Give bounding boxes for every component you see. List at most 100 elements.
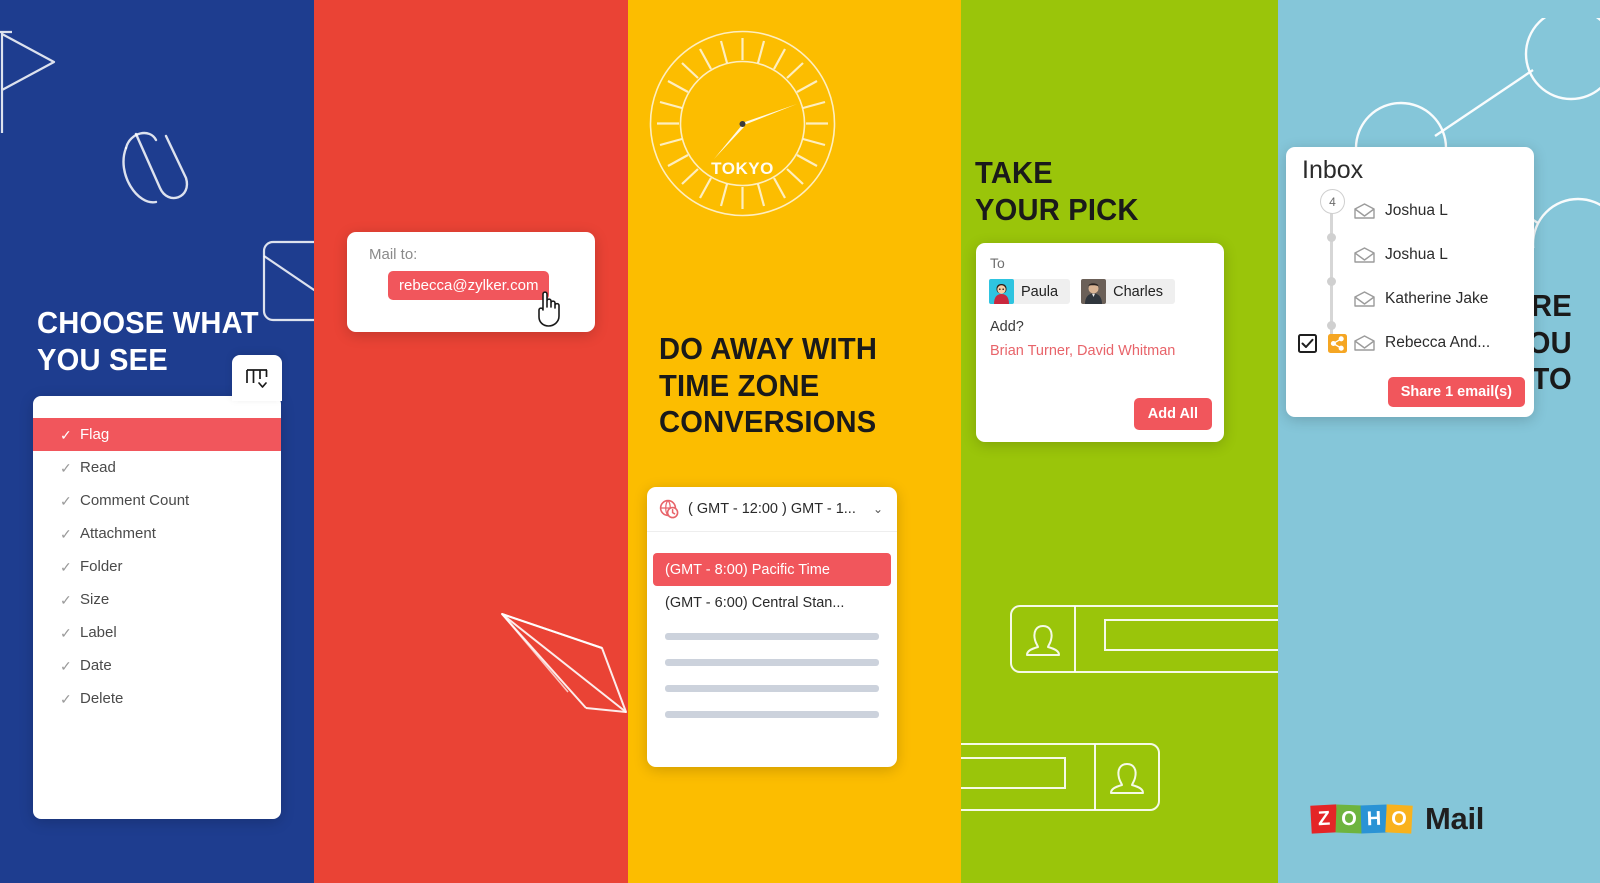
envelope-icon [1354, 203, 1376, 219]
inbox-title: Inbox [1302, 156, 1364, 184]
zoho-wordmark: Z O H O [1310, 804, 1413, 834]
table-row[interactable]: Rebecca And... [1286, 321, 1534, 365]
envelope-icon [1354, 291, 1376, 307]
menu-item-label: Read [80, 459, 116, 476]
menu-item-label: Size [80, 591, 110, 608]
paper-plane-outline-icon [501, 613, 627, 713]
logo-tile-h: H [1360, 804, 1388, 834]
check-icon: ✓ [60, 624, 72, 641]
avatar [989, 279, 1014, 304]
menu-item-date[interactable]: ✓ Date [33, 649, 281, 682]
recipient-name: Paula [1021, 283, 1059, 300]
check-icon: ✓ [60, 459, 72, 476]
row-checkbox-checked[interactable] [1296, 333, 1318, 353]
check-icon: ✓ [60, 558, 72, 575]
check-icon: ✓ [60, 657, 72, 674]
columns-chooser-button[interactable] [232, 355, 282, 401]
logo-tile-o1: O [1335, 804, 1363, 834]
menu-item-size[interactable]: ✓ Size [33, 583, 281, 616]
timezone-option-pacific[interactable]: (GMT - 8:00) Pacific Time [653, 553, 891, 586]
mail-sender: Rebecca And... [1385, 334, 1491, 351]
panel-its-just-a-click-away: IT'S JUST A CLICK AWAY Mail to: rebecca@… [314, 0, 628, 883]
recipients-card: To Paula Charles Add? Brian Turner, Davi… [976, 243, 1224, 442]
menu-item-delete[interactable]: ✓ Delete [33, 682, 281, 715]
check-icon: ✓ [60, 492, 72, 509]
recipient-name: Charles [1113, 283, 1164, 300]
envelope-icon [1354, 335, 1376, 351]
product-name: Mail [1425, 801, 1485, 836]
menu-item-label: Delete [80, 690, 124, 707]
timezone-dropdown-card: ( GMT - 12:00 ) GMT - 1... ⌄ (GMT - 8:00… [647, 487, 897, 767]
timezone-option-central[interactable]: (GMT - 6:00) Central Stan... [647, 586, 897, 619]
placeholder-bar [665, 633, 879, 640]
panel-only-share-what-you-want-to: ONLY SHARE WHAT YOU WANT TO Inbox 4 [1278, 0, 1600, 883]
flag-outline-icon [0, 30, 56, 133]
mail-list: Joshua L Joshua L Katherine Jake Rebecca… [1286, 189, 1534, 365]
world-clock-tokyo-icon: TOKYO [649, 30, 836, 217]
menu-item-attachment[interactable]: ✓ Attachment [33, 517, 281, 550]
svg-text:TOKYO: TOKYO [711, 159, 774, 178]
envelope-outline-icon [262, 240, 314, 322]
menu-item-folder[interactable]: ✓ Folder [33, 550, 281, 583]
timezone-placeholder-bars [647, 619, 897, 718]
menu-item-label: Label [80, 624, 117, 641]
panel-choose-what-you-see: CHOOSE WHAT YOU SEE ✓ Flag ✓ Read ✓ Comm… [0, 0, 314, 883]
contact-card-outline-bottom-icon [961, 743, 1160, 811]
placeholder-bar [665, 685, 879, 692]
column-options-menu: ✓ Flag ✓ Read ✓ Comment Count ✓ Attachme… [33, 396, 281, 819]
menu-item-label: Attachment [80, 525, 156, 542]
chevron-down-icon: ⌄ [873, 502, 884, 516]
table-row[interactable]: Joshua L [1286, 233, 1534, 277]
envelope-icon [1354, 247, 1376, 263]
mail-to-address-chip[interactable]: rebecca@zylker.com [388, 271, 550, 300]
timezone-option-label: (GMT - 8:00) Pacific Time [665, 561, 830, 578]
check-icon: ✓ [60, 690, 72, 707]
placeholder-bar [665, 659, 879, 666]
logo-tile-o2: O [1385, 804, 1413, 834]
add-all-button[interactable]: Add All [1133, 398, 1212, 430]
columns-chooser-icon [246, 369, 268, 388]
share-icon[interactable] [1326, 333, 1348, 353]
menu-item-read[interactable]: ✓ Read [33, 451, 281, 484]
panel-headline: DO AWAY WITH TIME ZONE CONVERSIONS [659, 331, 878, 440]
menu-item-label: Comment Count [80, 492, 190, 509]
timezone-selected-value: ( GMT - 12:00 ) GMT - 1... [688, 501, 856, 517]
menu-item-label: Folder [80, 558, 123, 575]
menu-item-label: Date [80, 657, 112, 674]
logo-tile-z: Z [1310, 804, 1338, 834]
recipient-chip-charles[interactable]: Charles [1081, 279, 1176, 304]
zoho-mail-logo: Z O H O Mail [1310, 801, 1485, 837]
pointing-hand-cursor-icon [538, 291, 560, 327]
table-row[interactable]: Joshua L [1286, 189, 1534, 233]
check-icon: ✓ [60, 525, 72, 542]
paperclip-icon [122, 131, 189, 204]
timezone-dropdown-trigger[interactable]: ( GMT - 12:00 ) GMT - 1... ⌄ [647, 487, 897, 532]
menu-item-comment-count[interactable]: ✓ Comment Count [33, 484, 281, 517]
panel-take-your-pick: TAKE YOUR PICK To Paula Charles Add? Bri… [961, 0, 1278, 883]
infographic-stage: CHOOSE WHAT YOU SEE ✓ Flag ✓ Read ✓ Comm… [0, 0, 1600, 883]
check-icon: ✓ [60, 591, 72, 608]
mail-sender: Katherine Jake [1385, 290, 1489, 307]
timezone-options-list: (GMT - 8:00) Pacific Time (GMT - 6:00) C… [647, 532, 897, 718]
check-icon: ✓ [60, 426, 72, 443]
to-field-label: To [990, 255, 1005, 271]
avatar [1081, 279, 1107, 304]
menu-item-label: Flag [80, 426, 110, 443]
timezone-option-label: (GMT - 6:00) Central Stan... [665, 594, 845, 611]
add-prompt-label: Add? [990, 319, 1024, 335]
suggested-recipients: Brian Turner, David Whitman [990, 343, 1176, 359]
mail-to-label: Mail to: [369, 246, 418, 263]
globe-clock-icon [659, 499, 679, 519]
column-options-list: ✓ Flag ✓ Read ✓ Comment Count ✓ Attachme… [33, 396, 281, 715]
menu-item-flag[interactable]: ✓ Flag [33, 418, 281, 451]
panel-headline: TAKE YOUR PICK [975, 155, 1139, 227]
mail-sender: Joshua L [1385, 202, 1448, 219]
panel-headline: CHOOSE WHAT YOU SEE [37, 305, 259, 377]
placeholder-bar [665, 711, 879, 718]
share-emails-button[interactable]: Share 1 email(s) [1387, 377, 1525, 407]
menu-item-label[interactable]: ✓ Label [33, 616, 281, 649]
recipient-chip-paula[interactable]: Paula [989, 279, 1071, 304]
panel-do-away-with-time-zone-conversions: TOKYO DO AWAY WITH TIME ZONE CONVERSIONS… [628, 0, 961, 883]
inbox-card: Inbox 4 Joshua L Joshua L Katherine Jake… [1286, 147, 1534, 417]
table-row[interactable]: Katherine Jake [1286, 277, 1534, 321]
